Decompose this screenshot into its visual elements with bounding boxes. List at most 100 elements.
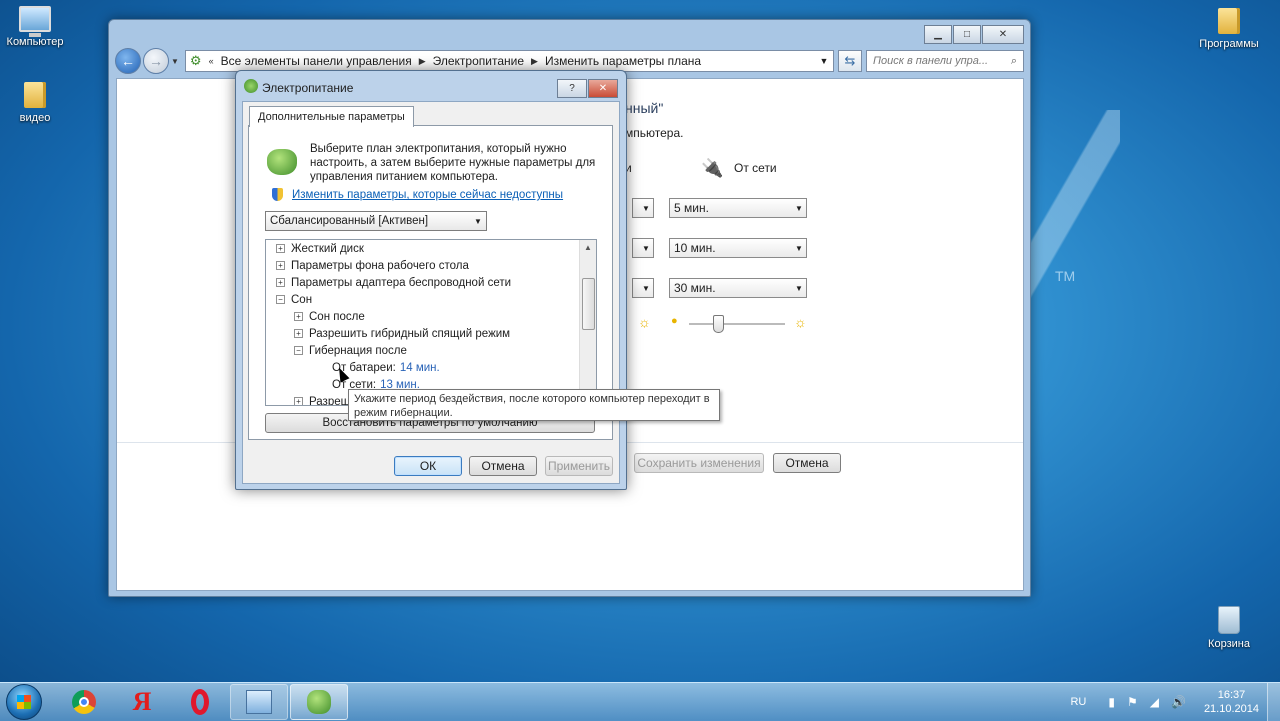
- tree-item-label: Сон после: [309, 310, 365, 323]
- breadcrumb-chevron-icon[interactable]: ▶: [531, 56, 538, 67]
- tree-item-label: Жесткий диск: [291, 242, 364, 255]
- sleep-plugged-dropdown[interactable]: 10 мин. ▼: [669, 238, 807, 258]
- desktop-icon-programs[interactable]: Программы: [1194, 8, 1264, 50]
- recycle-bin-icon: [1218, 606, 1240, 634]
- on-battery-dropdown-stub[interactable]: ▼: [632, 238, 654, 258]
- cancel-button[interactable]: Отмена: [773, 453, 841, 473]
- search-input[interactable]: Поиск в панели упра... ⌕: [866, 50, 1024, 72]
- desktop-icon-recycle-bin[interactable]: Корзина: [1194, 606, 1264, 650]
- show-desktop-button[interactable]: [1267, 683, 1280, 721]
- maximize-button[interactable]: □: [953, 25, 981, 44]
- tree-item[interactable]: + Жесткий диск: [276, 240, 364, 257]
- desktop-icon-video[interactable]: видео: [0, 82, 70, 124]
- tree-item[interactable]: + Сон после: [294, 308, 365, 325]
- breadcrumb-separator-icon: «: [208, 56, 214, 66]
- taskbar-opera[interactable]: [172, 685, 228, 719]
- breadcrumb-item[interactable]: Все элементы панели управления: [221, 54, 412, 68]
- battery-icon[interactable]: ▮: [1108, 695, 1115, 709]
- scroll-thumb[interactable]: [582, 278, 595, 330]
- taskbar-chrome[interactable]: [56, 685, 112, 719]
- volume-icon[interactable]: 🔊: [1171, 695, 1186, 709]
- wallpaper-trademark: TM: [1055, 268, 1076, 284]
- address-bar[interactable]: ⚙ « Все элементы панели управления ▶ Эле…: [184, 50, 834, 72]
- control-panel-icon: ⚙: [189, 53, 202, 68]
- brightness-slider[interactable]: [689, 323, 785, 326]
- back-button[interactable]: ←: [115, 48, 141, 74]
- expand-icon[interactable]: +: [294, 329, 303, 338]
- help-button[interactable]: ?: [557, 79, 587, 98]
- dialog-controls: ? ✕: [556, 79, 618, 98]
- control-panel-icon: [246, 690, 272, 714]
- computer-icon: [19, 6, 51, 37]
- tree-item-label: Гибернация после: [309, 344, 407, 357]
- recent-pages-dropdown-icon[interactable]: ▼: [171, 57, 179, 66]
- tab-advanced-settings[interactable]: Дополнительные параметры: [249, 106, 414, 127]
- back-arrow-icon: ←: [121, 53, 135, 69]
- desktop-icon-computer[interactable]: Компьютер: [0, 6, 70, 48]
- window-controls: ▁ □ ✕: [923, 25, 1024, 44]
- breadcrumb-item[interactable]: Электропитание: [433, 54, 524, 68]
- folder-icon: [24, 82, 46, 108]
- tree-item[interactable]: + Разреши: [294, 393, 356, 405]
- tree-item[interactable]: − Сон: [276, 291, 312, 308]
- change-unavailable-settings-link[interactable]: Изменить параметры, которые сейчас недос…: [292, 189, 563, 201]
- language-indicator[interactable]: RU: [1070, 696, 1086, 708]
- desktop-icon-label: Корзина: [1208, 638, 1250, 650]
- network-icon[interactable]: ◢: [1150, 695, 1159, 709]
- expand-icon[interactable]: +: [276, 261, 285, 270]
- settings-tree: ▲ ▼ + Жесткий диск + Параметры фона рабочег…: [265, 239, 597, 406]
- dialog-close-button[interactable]: ✕: [588, 79, 618, 98]
- taskbar-control-panel[interactable]: [230, 684, 288, 720]
- dropdown-arrow-icon: ▼: [642, 243, 650, 253]
- ok-button[interactable]: ОК: [394, 456, 462, 476]
- start-button[interactable]: [0, 683, 48, 721]
- tree-item-value[interactable]: 14 мин.: [400, 362, 440, 374]
- dialog-cancel-button[interactable]: Отмена: [469, 456, 537, 476]
- breadcrumb-chevron-icon[interactable]: ▶: [419, 56, 426, 67]
- brightness-slider-thumb[interactable]: [712, 315, 724, 333]
- hibernate-plugged-dropdown[interactable]: 30 мин. ▼: [669, 278, 807, 298]
- close-button[interactable]: ✕: [982, 25, 1024, 44]
- taskbar: Я RU ▮ ⚑ ◢ 🔊 16:37 21.10.2014: [0, 682, 1280, 721]
- on-battery-dropdown-stub[interactable]: ▼: [632, 278, 654, 298]
- search-placeholder: Поиск в панели упра...: [873, 55, 989, 67]
- on-battery-dropdown-stub[interactable]: ▼: [632, 198, 654, 218]
- collapse-icon[interactable]: −: [294, 346, 303, 355]
- yandex-icon: Я: [132, 687, 152, 716]
- tree-item[interactable]: + Параметры адаптера беспроводной сети: [276, 274, 511, 291]
- system-tray: RU ▮ ⚑ ◢ 🔊 16:37 21.10.2014: [1070, 688, 1267, 716]
- tree-item[interactable]: − Гибернация после: [294, 342, 407, 359]
- search-icon[interactable]: ⌕: [1005, 55, 1023, 68]
- power-options-icon: [244, 79, 258, 93]
- expand-icon[interactable]: +: [294, 397, 303, 405]
- tree-scrollbar[interactable]: ▲ ▼: [579, 240, 596, 405]
- taskbar-power-options[interactable]: [290, 684, 348, 720]
- clock[interactable]: 16:37 21.10.2014: [1204, 688, 1259, 716]
- refresh-button[interactable]: ⇆: [838, 50, 862, 72]
- dialog-title: Электропитание: [262, 81, 354, 95]
- taskbar-yandex[interactable]: Я: [114, 685, 170, 719]
- tree-item[interactable]: + Разрешить гибридный спящий режим: [294, 325, 510, 342]
- address-dropdown-icon[interactable]: ▼: [815, 56, 833, 66]
- tree-item[interactable]: + Параметры фона рабочего стола: [276, 257, 469, 274]
- scroll-up-icon[interactable]: ▲: [580, 240, 596, 256]
- forward-button[interactable]: →: [143, 48, 169, 74]
- dropdown-arrow-icon: ▼: [795, 283, 803, 293]
- tree-item[interactable]: От батареи: 14 мин.: [332, 359, 440, 376]
- expand-icon[interactable]: +: [294, 312, 303, 321]
- chrome-icon: [72, 690, 96, 714]
- minimize-button[interactable]: ▁: [924, 25, 952, 44]
- tree-item-label: Параметры адаптера беспроводной сети: [291, 276, 512, 289]
- dropdown-arrow-icon: ▼: [474, 216, 482, 226]
- collapse-icon[interactable]: −: [276, 295, 285, 304]
- save-changes-button[interactable]: Сохранить изменения: [634, 453, 764, 473]
- expand-icon[interactable]: +: [276, 278, 285, 287]
- expand-icon[interactable]: +: [276, 244, 285, 253]
- breadcrumb-item[interactable]: Изменить параметры плана: [545, 54, 701, 68]
- tree-item-label: Сон: [291, 293, 313, 306]
- flag-icon[interactable]: ⚑: [1127, 695, 1138, 709]
- display-off-plugged-dropdown[interactable]: 5 мин. ▼: [669, 198, 807, 218]
- power-plan-select[interactable]: Сбалансированный [Активен] ▼: [265, 211, 487, 231]
- apply-button[interactable]: Применить: [545, 456, 613, 476]
- windows-orb-icon: [6, 684, 42, 720]
